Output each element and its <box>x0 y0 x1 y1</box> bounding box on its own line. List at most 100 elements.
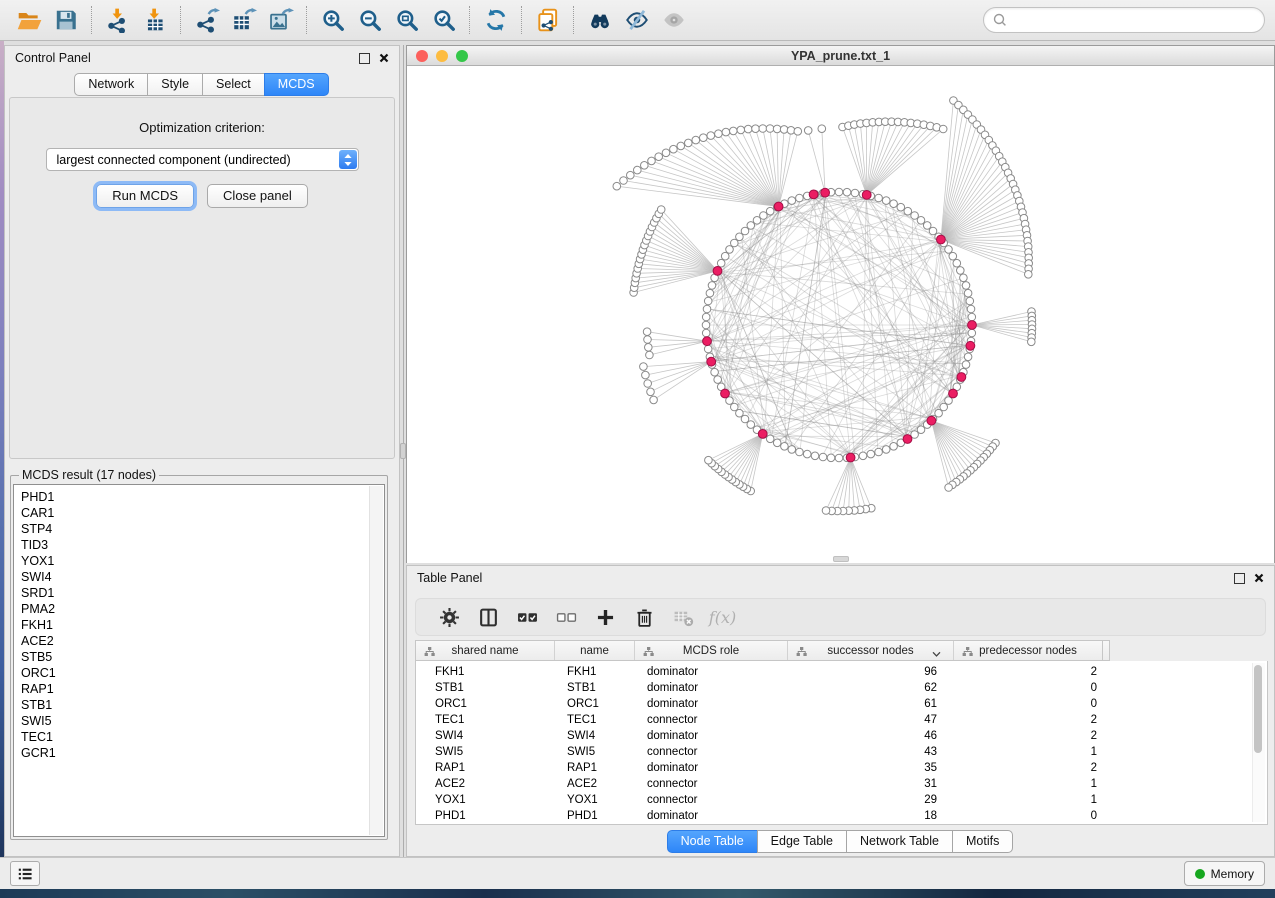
memory-label: Memory <box>1211 867 1254 881</box>
tab-node-table[interactable]: Node Table <box>667 830 758 853</box>
table-scrollbar-thumb[interactable] <box>1254 665 1262 753</box>
mcds-result-title: MCDS result (17 nodes) <box>19 468 159 482</box>
zoom-fit-button[interactable] <box>388 4 425 36</box>
column-selector-button[interactable] <box>469 600 508 634</box>
mcds-result-item[interactable]: ORC1 <box>21 665 384 681</box>
search-network-binoculars-button[interactable] <box>581 4 618 36</box>
task-history-button[interactable] <box>10 861 40 886</box>
refresh-network-button[interactable] <box>477 4 514 36</box>
control-panel-header: Control Panel <box>5 46 399 70</box>
mcds-result-item[interactable]: FKH1 <box>21 617 384 633</box>
export-table-button[interactable] <box>225 4 262 36</box>
memory-button[interactable]: Memory <box>1184 861 1265 886</box>
mcds-list-scrollbar[interactable] <box>369 486 383 835</box>
mcds-result-item[interactable]: GCR1 <box>21 745 384 761</box>
close-panel-icon[interactable] <box>379 53 389 63</box>
zoom-out-button[interactable] <box>351 4 388 36</box>
mcds-result-item[interactable]: TID3 <box>21 537 384 553</box>
mcds-result-item[interactable]: STP4 <box>21 521 384 537</box>
zoom-selected-button[interactable] <box>425 4 462 36</box>
column-header-successor-nodes[interactable]: successor nodes <box>788 641 954 660</box>
add-column-button[interactable] <box>586 600 625 634</box>
dropdown-stepper-icon <box>339 150 357 169</box>
column-header-name[interactable]: name <box>555 641 635 660</box>
column-header-predecessor-nodes[interactable]: predecessor nodes <box>954 641 1103 660</box>
close-traffic-light[interactable] <box>416 50 428 62</box>
mcds-result-item[interactable]: SWI5 <box>21 713 384 729</box>
table-row[interactable]: RAP1RAP1dominator352 <box>416 760 1267 776</box>
tab-motifs[interactable]: Motifs <box>952 830 1013 853</box>
mcds-result-item[interactable]: STB5 <box>21 649 384 665</box>
mcds-result-list[interactable]: PHD1CAR1STP4TID3YOX1SWI4SRD1PMA2FKH1ACE2… <box>13 484 385 837</box>
mcds-result-item[interactable]: YOX1 <box>21 553 384 569</box>
search-input[interactable] <box>1013 12 1264 28</box>
dropdown-selected-value: largest connected component (undirected) <box>57 153 291 167</box>
toolbar-separator <box>91 6 92 34</box>
export-image-button[interactable] <box>262 4 299 36</box>
zoom-in-button[interactable] <box>314 4 351 36</box>
save-session-button[interactable] <box>47 4 84 36</box>
select-all-rows-button[interactable] <box>508 600 547 634</box>
table-row[interactable]: PHD1PHD1dominator180 <box>416 808 1267 824</box>
function-builder-button[interactable]: f(x) <box>703 600 742 634</box>
import-table-button[interactable] <box>136 4 173 36</box>
mcds-result-item[interactable]: RAP1 <box>21 681 384 697</box>
open-file-button[interactable] <box>10 4 47 36</box>
mcds-result-item[interactable]: SRD1 <box>21 585 384 601</box>
horizontal-splitter-grip[interactable] <box>833 556 849 562</box>
table-row[interactable]: SWI4SWI4dominator462 <box>416 728 1267 744</box>
toolbar-separator <box>573 6 574 34</box>
deselect-all-rows-button[interactable] <box>547 600 586 634</box>
table-panel: Table Panel f(x) shared namenameMCDS rol… <box>406 565 1275 857</box>
delete-column-button[interactable] <box>625 600 664 634</box>
float-panel-icon[interactable] <box>359 53 370 64</box>
table-row[interactable]: TEC1TEC1connector472 <box>416 712 1267 728</box>
import-network-button[interactable] <box>99 4 136 36</box>
tab-edge-table[interactable]: Edge Table <box>757 830 847 853</box>
float-table-panel-icon[interactable] <box>1234 573 1245 584</box>
tab-network-table[interactable]: Network Table <box>846 830 953 853</box>
tab-select[interactable]: Select <box>202 73 265 96</box>
run-mcds-button[interactable]: Run MCDS <box>96 184 194 208</box>
network-view-window: YPA_prune.txt_1 <box>406 45 1275 563</box>
table-row[interactable]: ACE2ACE2connector311 <box>416 776 1267 792</box>
mcds-result-item[interactable]: SWI4 <box>21 569 384 585</box>
maximize-traffic-light[interactable] <box>456 50 468 62</box>
network-canvas-container <box>407 66 1274 563</box>
network-search-box[interactable] <box>983 7 1265 33</box>
clone-network-button[interactable] <box>529 4 566 36</box>
mcds-result-item[interactable]: ACE2 <box>21 633 384 649</box>
optimization-criterion-dropdown[interactable]: largest connected component (undirected) <box>46 148 359 171</box>
close-table-panel-icon[interactable] <box>1254 573 1264 583</box>
mcds-result-item[interactable]: CAR1 <box>21 505 384 521</box>
table-tabbar: Node TableEdge TableNetwork TableMotifs <box>407 830 1274 853</box>
network-canvas[interactable] <box>407 66 1274 563</box>
table-header-row: shared namenameMCDS rolesuccessor nodesp… <box>415 640 1110 661</box>
tab-style[interactable]: Style <box>147 73 203 96</box>
tab-mcds[interactable]: MCDS <box>264 73 329 96</box>
export-network-button[interactable] <box>188 4 225 36</box>
delete-table-button[interactable] <box>664 600 703 634</box>
toolbar-separator <box>180 6 181 34</box>
table-scrollbar[interactable] <box>1252 663 1265 822</box>
table-row[interactable]: YOX1YOX1connector291 <box>416 792 1267 808</box>
settings-gear-button[interactable] <box>430 600 469 634</box>
column-header-shared-name[interactable]: shared name <box>416 641 555 660</box>
network-window-title: YPA_prune.txt_1 <box>791 49 890 63</box>
hide-selected-eye-slash-button[interactable] <box>618 4 655 36</box>
table-row[interactable]: ORC1ORC1dominator610 <box>416 696 1267 712</box>
tab-network[interactable]: Network <box>74 73 148 96</box>
mcds-result-item[interactable]: PMA2 <box>21 601 384 617</box>
table-panel-title: Table Panel <box>417 571 482 585</box>
close-panel-button[interactable]: Close panel <box>207 184 308 208</box>
table-row[interactable]: STB1STB1dominator620 <box>416 680 1267 696</box>
minimize-traffic-light[interactable] <box>436 50 448 62</box>
show-all-eye-button[interactable] <box>655 4 692 36</box>
table-row[interactable]: FKH1FKH1dominator962 <box>416 664 1267 680</box>
mcds-result-item[interactable]: PHD1 <box>21 489 384 505</box>
mcds-result-item[interactable]: STB1 <box>21 697 384 713</box>
column-header-MCDS-role[interactable]: MCDS role <box>635 641 788 660</box>
network-window-titlebar[interactable]: YPA_prune.txt_1 <box>407 46 1274 66</box>
mcds-result-item[interactable]: TEC1 <box>21 729 384 745</box>
table-row[interactable]: SWI5SWI5connector431 <box>416 744 1267 760</box>
